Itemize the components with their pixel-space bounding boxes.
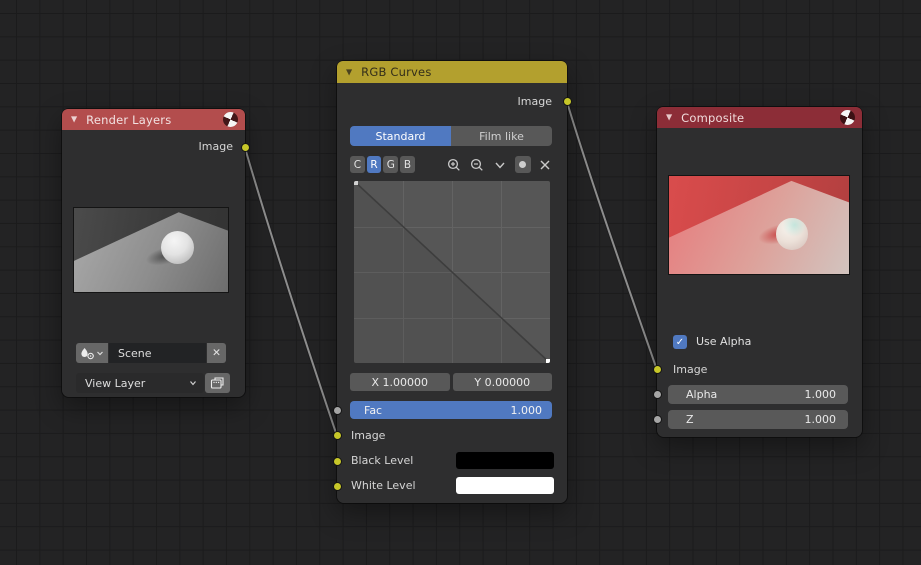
input-socket-white-level[interactable] <box>332 482 342 491</box>
scene-icon <box>81 347 94 359</box>
node-title: Render Layers <box>86 112 172 127</box>
use-alpha-checkbox[interactable]: ✓ <box>673 335 687 349</box>
tools-chevron-down-icon[interactable] <box>493 158 507 172</box>
point-x-field[interactable]: X 1.00000 <box>350 373 450 391</box>
z-slider[interactable]: Z 1.000 <box>668 410 848 429</box>
channel-button-c[interactable]: C <box>350 156 365 173</box>
fac-value: 1.000 <box>510 403 543 417</box>
alpha-value: 1.000 <box>804 388 837 401</box>
render-result-sphere-icon <box>840 110 855 125</box>
render-result-sphere-icon <box>223 112 238 127</box>
node-title: Composite <box>681 110 745 125</box>
z-label: Z <box>686 413 694 426</box>
render-layers-header[interactable]: ▼ Render Layers <box>62 109 245 130</box>
input-label-image: Image <box>673 363 708 376</box>
clipping-options-button[interactable] <box>514 156 532 173</box>
node-title: RGB Curves <box>361 65 432 79</box>
channel-button-r[interactable]: R <box>366 156 382 173</box>
input-socket-image[interactable] <box>652 365 662 374</box>
tone-tabs: Standard Film like <box>350 126 552 146</box>
scene-selector: Scene ✕ <box>76 343 226 363</box>
input-label-image: Image <box>351 429 386 442</box>
white-level-swatch[interactable] <box>456 477 554 494</box>
node-render-layers[interactable]: ▼ Render Layers Image Scene ✕ View Layer <box>62 109 250 397</box>
fac-slider[interactable]: Fac 1.000 <box>350 401 552 419</box>
node-rgb-curves[interactable]: ▼ RGB Curves Image Standard Film like C … <box>332 61 572 503</box>
new-view-layer-button[interactable] <box>205 373 230 393</box>
close-icon: ✕ <box>212 347 221 359</box>
channel-button-b[interactable]: B <box>400 156 415 173</box>
zoom-in-icon[interactable] <box>447 158 461 172</box>
view-layer-row: View Layer <box>76 373 230 393</box>
scene-browse-button[interactable] <box>76 343 108 363</box>
use-alpha-label: Use Alpha <box>696 335 752 348</box>
curve-point-1-0-selected[interactable] <box>546 359 550 363</box>
output-label-image: Image <box>198 140 233 153</box>
scene-name-field[interactable]: Scene <box>109 343 206 363</box>
collapse-arrow-icon[interactable]: ▼ <box>666 113 672 122</box>
tab-standard[interactable]: Standard <box>350 126 451 146</box>
fac-label: Fac <box>364 403 383 417</box>
scene-unlink-button[interactable]: ✕ <box>207 343 226 363</box>
input-label-black-level: Black Level <box>351 454 414 467</box>
zoom-out-icon[interactable] <box>470 158 484 172</box>
input-label-white-level: White Level <box>351 479 416 492</box>
collapse-arrow-icon[interactable]: ▼ <box>71 115 77 124</box>
check-icon: ✓ <box>675 336 685 348</box>
chevron-down-icon <box>97 351 103 356</box>
composite-header[interactable]: ▼ Composite <box>657 107 862 128</box>
input-socket-black-level[interactable] <box>332 457 342 466</box>
output-socket-image[interactable] <box>562 97 572 106</box>
point-y-field[interactable]: Y 0.00000 <box>452 373 552 391</box>
view-layer-icon <box>210 377 224 389</box>
delete-points-icon[interactable] <box>538 158 552 172</box>
rgb-curves-header[interactable]: ▼ RGB Curves <box>337 61 567 83</box>
input-socket-fac[interactable] <box>332 406 342 415</box>
node-composite[interactable]: ▼ Composite ✓ Use Alpha Image Alpha 1.00… <box>652 107 862 437</box>
collapse-arrow-icon[interactable]: ▼ <box>346 67 352 76</box>
clipping-dot-icon <box>519 161 527 168</box>
alpha-slider[interactable]: Alpha 1.000 <box>668 385 848 404</box>
tab-film-like[interactable]: Film like <box>451 126 552 146</box>
chevron-down-icon <box>190 381 196 386</box>
black-level-swatch[interactable] <box>456 452 554 469</box>
output-socket-image[interactable] <box>240 143 250 152</box>
render-preview-image <box>73 207 229 293</box>
curve-line <box>354 181 550 363</box>
input-socket-image[interactable] <box>332 431 342 440</box>
curve-editor[interactable] <box>354 181 550 363</box>
z-value: 1.000 <box>804 413 837 426</box>
channel-button-g[interactable]: G <box>383 156 399 173</box>
alpha-label: Alpha <box>686 388 718 401</box>
output-label-image: Image <box>517 95 552 108</box>
curve-point-0-1[interactable] <box>354 181 358 185</box>
view-layer-dropdown[interactable]: View Layer <box>76 373 204 393</box>
input-socket-alpha[interactable] <box>652 390 662 399</box>
composite-preview-image <box>668 175 850 275</box>
input-socket-z[interactable] <box>652 415 662 424</box>
